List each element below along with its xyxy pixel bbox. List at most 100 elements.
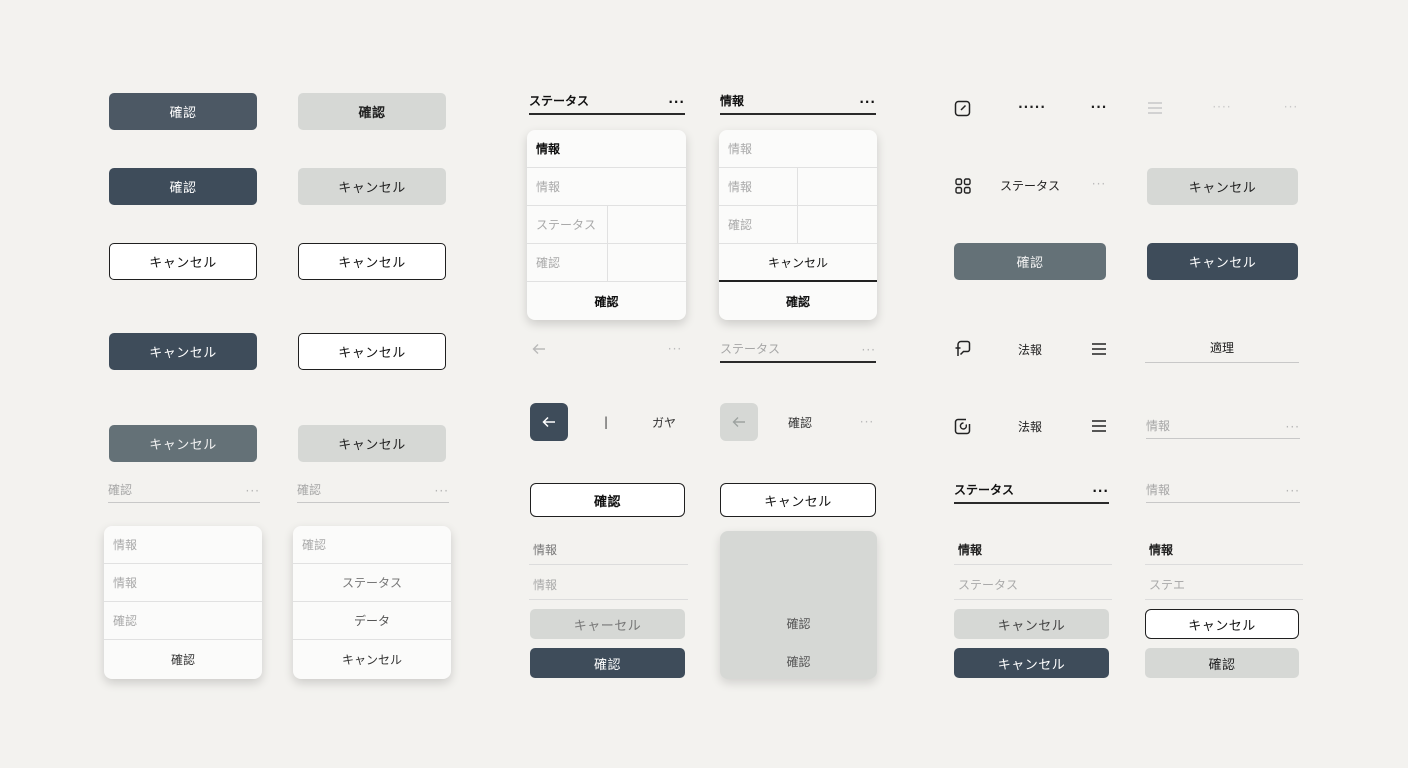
cancel-button-dark[interactable]: キャンセル: [1147, 243, 1298, 280]
back-button[interactable]: [720, 403, 758, 441]
field-label: 情報: [1146, 483, 1171, 497]
dropdown-card: 確認 ステータス データ キャンセル: [293, 526, 451, 679]
status-field[interactable]: ステータス ···: [720, 338, 876, 363]
table-header: 情報: [527, 130, 686, 168]
table-row[interactable]: 情報: [719, 168, 877, 206]
confirm-button-outline[interactable]: 確認: [530, 483, 685, 517]
table-row[interactable]: 確認: [719, 206, 877, 244]
status-field[interactable]: ステータス ···: [529, 88, 685, 115]
table-row[interactable]: 情報: [719, 130, 877, 168]
refresh-icon[interactable]: [954, 418, 971, 435]
column-divider: [797, 168, 798, 244]
confirm-button-dark[interactable]: 確認: [109, 168, 257, 205]
list-item[interactable]: 情報: [1145, 533, 1303, 565]
list-item[interactable]: 情報: [104, 564, 262, 602]
cancel-button-outline[interactable]: キャンセル: [109, 243, 257, 280]
cancel-button-light[interactable]: キャンセル: [298, 168, 446, 205]
card-action[interactable]: 確認: [719, 282, 877, 320]
dots-indicator: ····: [1212, 100, 1232, 114]
cancel-button-outline[interactable]: キャンセル: [1145, 609, 1299, 639]
list-item[interactable]: データ: [293, 602, 451, 640]
card-action[interactable]: キャンセル: [719, 244, 877, 282]
grid-icon[interactable]: [954, 177, 971, 194]
grid-label: ステータス: [999, 178, 1060, 193]
info-field[interactable]: 情報 ···: [720, 88, 876, 115]
more-icon[interactable]: ···: [1088, 98, 1110, 116]
more-icon[interactable]: ···: [1088, 175, 1110, 193]
menu-icon[interactable]: [1090, 341, 1108, 357]
menu-icon[interactable]: [1090, 418, 1108, 434]
more-icon[interactable]: ···: [1280, 98, 1302, 116]
field-label: 確認: [108, 483, 133, 497]
cancel-button-light[interactable]: キャーセル: [530, 609, 685, 639]
table-card: 情報 情報 ステータス 確認 確認: [527, 130, 686, 320]
column-divider: [607, 206, 608, 282]
dropdown-card: 情報 情報 確認 確認: [104, 526, 262, 679]
cancel-button-outline[interactable]: キャンセル: [720, 483, 876, 517]
confirm-button-gray[interactable]: 確認: [954, 243, 1106, 280]
list-item[interactable]: 情報: [104, 526, 262, 564]
cancel-button-gray[interactable]: キャンセル: [109, 425, 257, 462]
back-arrow-icon: [732, 417, 745, 427]
cancel-button-light[interactable]: キャンセル: [954, 609, 1109, 639]
card-action[interactable]: 確認: [104, 640, 262, 679]
confirm-button-dark[interactable]: 確認: [530, 648, 685, 678]
more-icon[interactable]: ···: [1286, 484, 1300, 498]
confirm-button[interactable]: 確認: [109, 93, 257, 130]
divider: |: [603, 415, 609, 429]
more-icon[interactable]: ···: [856, 412, 878, 432]
list-item[interactable]: 情報: [529, 568, 688, 600]
row-label: 法報: [1017, 342, 1042, 357]
more-icon[interactable]: ···: [435, 484, 449, 498]
table-card: 情報 情報 確認 キャンセル 確認: [719, 130, 877, 320]
list-item[interactable]: ステータス: [954, 568, 1112, 600]
more-icon[interactable]: ···: [859, 95, 876, 109]
confirm-field[interactable]: 確認 ···: [297, 478, 449, 503]
field-label: 確認: [297, 483, 322, 497]
status-field[interactable]: ステータス ···: [954, 477, 1109, 504]
cancel-button-light[interactable]: キャンセル: [1147, 168, 1298, 205]
card-action[interactable]: 確認: [527, 282, 686, 320]
list-item[interactable]: 情報: [529, 533, 688, 565]
cancel-button-dark[interactable]: キャンセル: [109, 333, 257, 370]
share-icon[interactable]: [954, 340, 971, 357]
more-icon[interactable]: ···: [664, 340, 686, 358]
table-row[interactable]: 情報: [527, 168, 686, 206]
field-label: ステータス: [529, 94, 590, 108]
nav-title: 確認: [787, 415, 812, 430]
confirm-button-light[interactable]: 確認: [1145, 648, 1299, 678]
list-item[interactable]: ステエ: [1145, 568, 1303, 600]
cancel-button-light[interactable]: キャンセル: [298, 425, 446, 462]
list-item[interactable]: 確認: [104, 602, 262, 640]
more-icon[interactable]: ···: [1092, 484, 1109, 498]
field-label: 情報: [720, 94, 745, 108]
list-item[interactable]: ステータス: [293, 564, 451, 602]
list-item[interactable]: 確認: [293, 526, 451, 564]
cancel-button-outline[interactable]: キャンセル: [298, 243, 446, 280]
back-arrow-icon[interactable]: [530, 340, 548, 358]
more-icon[interactable]: ···: [1286, 420, 1300, 434]
cancel-button-outline[interactable]: キャンセル: [298, 333, 446, 370]
row-label: 法報: [1017, 419, 1042, 434]
field-label: ステータス: [954, 483, 1015, 497]
confirm-field[interactable]: 確認 ···: [108, 478, 260, 503]
more-icon[interactable]: ···: [668, 95, 685, 109]
back-button[interactable]: [530, 403, 568, 441]
back-arrow-icon: [542, 416, 555, 428]
dots-indicator: ·····: [1018, 100, 1046, 114]
menu-icon[interactable]: [1146, 100, 1164, 116]
confirm-button-light[interactable]: 確認: [298, 93, 446, 130]
panel-item[interactable]: 確認: [720, 613, 877, 633]
more-icon[interactable]: ···: [246, 484, 260, 498]
info-field[interactable]: 情報 ···: [1146, 414, 1300, 439]
tab-label[interactable]: 適理: [1145, 336, 1299, 363]
cancel-button-dark[interactable]: キャンセル: [954, 648, 1109, 678]
edit-icon[interactable]: [954, 100, 971, 117]
card-action[interactable]: キャンセル: [293, 640, 451, 679]
more-icon[interactable]: ···: [862, 343, 876, 357]
list-item[interactable]: 情報: [954, 533, 1112, 565]
nav-title: ガヤ: [651, 415, 676, 430]
info-field[interactable]: 情報 ···: [1146, 478, 1300, 503]
panel-item[interactable]: 確認: [720, 651, 877, 671]
field-label: ステータス: [720, 342, 781, 356]
